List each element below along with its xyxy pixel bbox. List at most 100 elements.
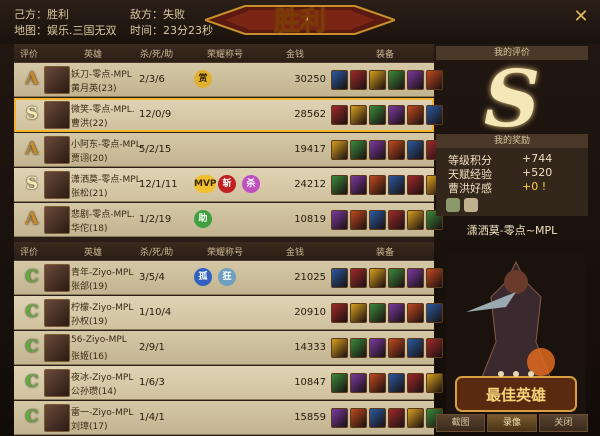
player-row[interactable]: A 悲剧-零点-MPL. 华佗(18) 1/2/19 助 10819 [14, 203, 443, 237]
equipment-icon[interactable] [388, 303, 405, 323]
honor-badge: 斩 [218, 175, 236, 193]
player-row[interactable]: S 微笑-零点-MPL. 曹洪(22) 12/0/9 28562 [14, 98, 443, 132]
equipment-icon[interactable] [331, 303, 348, 323]
scoreboard: 评价 英雄 杀/死/助 荣耀称号 金钱 装备 A 妖刀-零点-MPL 黄月英(23)… [14, 44, 443, 436]
equipment-icon[interactable] [388, 338, 405, 358]
equipment-icon[interactable] [388, 70, 405, 90]
honor-badge: 杀 [242, 175, 260, 193]
banner-title: 胜利 [274, 7, 326, 37]
self-side-result: 己方：胜利 [14, 8, 69, 21]
equipment-icon[interactable] [369, 268, 386, 288]
equipment-icon[interactable] [350, 140, 367, 160]
replay-button[interactable]: 录像 [487, 414, 537, 432]
hero-avatar [44, 299, 70, 327]
hero-avatar [44, 101, 70, 129]
equipment-icon[interactable] [331, 175, 348, 195]
player-row[interactable]: A 小阿东-零点-MPL. 贾诩(20) 5/2/15 19417 [14, 133, 443, 167]
equipment-icon[interactable] [388, 408, 405, 428]
equipment-list [331, 70, 443, 90]
equipment-icon[interactable] [350, 338, 367, 358]
equipment-icon[interactable] [407, 175, 424, 195]
player-row[interactable]: C 雷一-Ziyo-MPL 刘璋(17) 1/4/1 15859 [14, 401, 443, 435]
player-name: 微笑-零点-MPL. [71, 105, 135, 115]
equipment-icon[interactable] [350, 175, 367, 195]
equipment-icon[interactable] [369, 140, 386, 160]
equipment-icon[interactable] [331, 338, 348, 358]
equipment-icon[interactable] [331, 268, 348, 288]
honor-badge: 狂 [218, 268, 236, 286]
player-name: 雷一-Ziyo-MPL [71, 408, 134, 418]
reward-value: +744 [522, 152, 553, 165]
my-grade: S [483, 54, 541, 145]
equipment-icon[interactable] [407, 373, 424, 393]
equipment-icon[interactable] [350, 408, 367, 428]
equipment-icon[interactable] [369, 338, 386, 358]
player-row[interactable]: C 柠檬-Ziyo-MPL 孙权(19) 1/10/4 20910 [14, 296, 443, 330]
equipment-icon[interactable] [350, 105, 367, 125]
player-row[interactable]: C 56-Ziyo-MPL 张姬(16) 2/9/1 14333 [14, 331, 443, 365]
hero-name: 张姬(16) [71, 352, 108, 362]
equipment-icon[interactable] [388, 105, 405, 125]
player-name: 悲剧-零点-MPL. [71, 210, 135, 220]
game-time: 时间：23分23秒 [130, 24, 213, 37]
equipment-icon[interactable] [407, 268, 424, 288]
equipment-icon[interactable] [350, 210, 367, 230]
equipment-icon[interactable] [350, 70, 367, 90]
equipment-icon[interactable] [407, 140, 424, 160]
equipment-icon[interactable] [369, 303, 386, 323]
map-name: 地图：娱乐.三国无双 [14, 24, 117, 37]
reward-item-icon [446, 198, 460, 212]
gold-value: 21025 [294, 272, 326, 283]
team2-header: 评价 英雄 杀/死/助 荣耀称号 金钱 装备 [14, 242, 434, 261]
close-button[interactable]: 关闭 [538, 414, 588, 432]
honor-badge: MVP [194, 175, 217, 193]
equipment-icon[interactable] [350, 268, 367, 288]
equipment-icon[interactable] [407, 303, 424, 323]
gold-value: 15859 [294, 412, 326, 423]
equipment-icon[interactable] [388, 210, 405, 230]
player-row[interactable]: C 夜冰-Ziyo-MPL 公孙瓒(14) 1/6/3 10847 [14, 366, 443, 400]
hero-name: 张松(21) [71, 189, 108, 199]
player-name: 妖刀-零点-MPL [71, 70, 132, 80]
equipment-icon[interactable] [331, 105, 348, 125]
equipment-icon[interactable] [388, 175, 405, 195]
equipment-icon[interactable] [350, 303, 367, 323]
equipment-icon[interactable] [369, 408, 386, 428]
equipment-icon[interactable] [331, 210, 348, 230]
equipment-icon[interactable] [407, 408, 424, 428]
kda-value: 1/6/3 [139, 377, 165, 388]
hero-avatar [44, 171, 70, 199]
equipment-icon[interactable] [331, 373, 348, 393]
player-row[interactable]: S 潇洒莫-零点-MPL. 张松(21) 12/1/11 MVP 斩杀 24212 [14, 168, 443, 202]
player-name: 小阿东-零点-MPL. [71, 140, 144, 150]
reward-value: +520 [522, 166, 553, 179]
kda-value: 1/4/1 [139, 412, 165, 423]
rank-badge: C [25, 337, 39, 357]
equipment-icon[interactable] [369, 175, 386, 195]
equipment-icon[interactable] [331, 408, 348, 428]
bottom-buttons: 截图 录像 关闭 [436, 414, 588, 432]
rank-badge: C [25, 372, 39, 392]
equipment-icon[interactable] [388, 373, 405, 393]
hero-name: 曹洪(22) [71, 119, 108, 129]
equipment-icon[interactable] [407, 105, 424, 125]
close-icon[interactable]: ✕ [572, 8, 590, 26]
equipment-icon[interactable] [331, 140, 348, 160]
equipment-icon[interactable] [388, 268, 405, 288]
equipment-icon[interactable] [350, 373, 367, 393]
equipment-list [331, 140, 443, 160]
screenshot-button[interactable]: 截图 [436, 414, 486, 432]
equipment-icon[interactable] [407, 210, 424, 230]
hero-name: 刘璋(17) [71, 422, 108, 432]
equipment-icon[interactable] [331, 70, 348, 90]
rank-badge: C [25, 302, 39, 322]
equipment-icon[interactable] [369, 70, 386, 90]
player-row[interactable]: C 青年-Ziyo-MPL 张郃(19) 3/5/4 孤狂 21025 [14, 261, 443, 295]
equipment-icon[interactable] [369, 105, 386, 125]
equipment-icon[interactable] [369, 210, 386, 230]
equipment-icon[interactable] [388, 140, 405, 160]
equipment-icon[interactable] [369, 373, 386, 393]
equipment-icon[interactable] [407, 338, 424, 358]
equipment-icon[interactable] [407, 70, 424, 90]
player-row[interactable]: A 妖刀-零点-MPL 黄月英(23) 2/3/6 赏 30250 [14, 63, 443, 97]
